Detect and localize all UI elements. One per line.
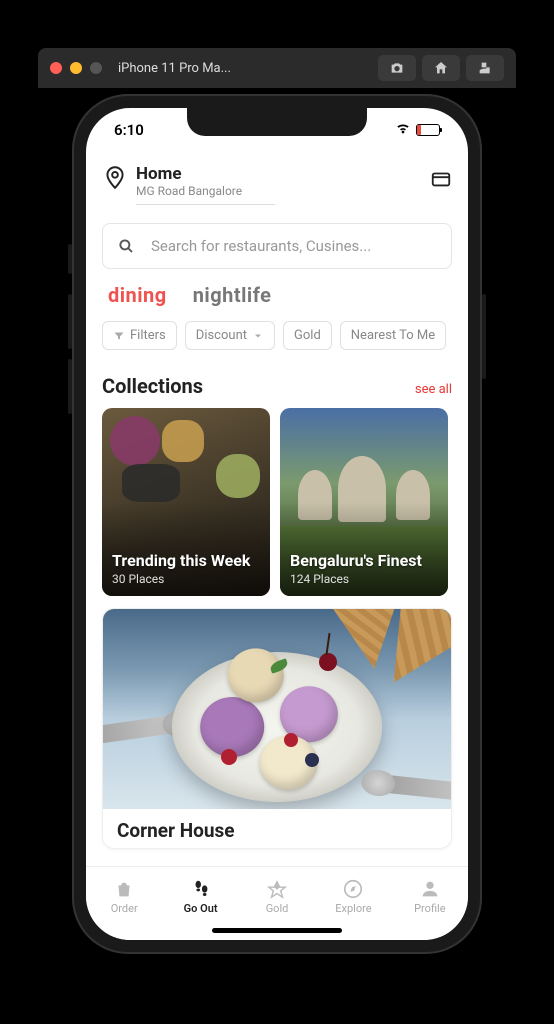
restaurant-card[interactable]: Corner House [102,608,452,849]
footsteps-icon [190,878,212,900]
nearest-chip[interactable]: Nearest To Me [340,321,446,350]
location-subtitle: MG Road Bangalore [136,184,275,198]
battery-icon [416,124,440,136]
rotate-button[interactable] [466,55,504,81]
simulator-title: iPhone 11 Pro Ma... [118,61,370,76]
search-placeholder: Search for restaurants, Cusines... [151,237,371,255]
bag-icon [113,878,135,900]
volume-down-button [68,359,72,414]
location-pin-icon [102,164,128,194]
power-button [482,294,486,379]
location-text[interactable]: Home MG Road Bangalore [136,164,275,205]
gold-icon [266,878,288,900]
discount-chip-label: Discount [196,328,247,343]
notch [187,108,367,136]
location-title: Home [136,164,275,184]
discount-chip[interactable]: Discount [185,321,275,350]
nav-goout[interactable]: Go Out [162,867,238,926]
nav-label: Profile [414,902,445,915]
gold-chip-label: Gold [294,328,321,343]
nav-label: Go Out [184,902,218,915]
nearest-chip-label: Nearest To Me [351,328,435,343]
nav-explore[interactable]: Explore [315,867,391,926]
wifi-icon [395,120,411,140]
phone-frame: 6:10 Home MG Road Bangalore [72,94,482,954]
nav-label: Order [111,902,138,915]
restaurant-image [103,609,451,809]
compass-icon [342,878,364,900]
mute-switch [68,244,72,274]
collection-title: Bengaluru's Finest [290,552,438,570]
see-all-link[interactable]: see all [415,382,452,397]
volume-up-button [68,294,72,349]
tab-dining[interactable]: dining [108,283,167,307]
filter-icon [113,330,125,342]
collection-card-finest[interactable]: Bengaluru's Finest 124 Places [280,408,448,596]
window-minimize-button[interactable] [70,62,82,74]
nav-label: Gold [266,902,289,915]
restaurant-title: Corner House [117,819,437,842]
payment-card-icon[interactable] [430,164,452,194]
chevron-down-icon [252,330,264,342]
category-tabs: dining nightlife [102,269,452,317]
nav-order[interactable]: Order [86,867,162,926]
collections-row[interactable]: Trending this Week 30 Places Bengaluru's… [102,408,452,596]
simulator-titlebar: iPhone 11 Pro Ma... [38,48,516,88]
nav-profile[interactable]: Profile [392,867,468,926]
collection-card-trending[interactable]: Trending this Week 30 Places [102,408,270,596]
filter-chips: Filters Discount Gold Nearest To Me [102,321,452,350]
collection-title: Trending this Week [112,552,260,570]
screenshot-button[interactable] [378,55,416,81]
gold-chip[interactable]: Gold [283,321,332,350]
collections-header: Collections see all [102,374,452,398]
screen: 6:10 Home MG Road Bangalore [86,108,468,940]
nav-label: Explore [335,902,371,915]
filters-chip[interactable]: Filters [102,321,177,350]
profile-icon [419,878,441,900]
location-row[interactable]: Home MG Road Bangalore [102,156,452,213]
tab-nightlife[interactable]: nightlife [193,283,272,307]
window-close-button[interactable] [50,62,62,74]
home-indicator[interactable] [212,928,342,933]
filters-chip-label: Filters [130,328,166,343]
collection-subtitle: 30 Places [112,572,260,586]
search-icon [117,237,135,255]
window-zoom-button[interactable] [90,62,102,74]
collection-subtitle: 124 Places [290,572,438,586]
status-time: 6:10 [114,121,144,139]
main-content[interactable]: Home MG Road Bangalore Search for restau… [86,152,468,866]
home-button[interactable] [422,55,460,81]
collections-title: Collections [102,374,203,398]
nav-gold[interactable]: Gold [239,867,315,926]
search-input[interactable]: Search for restaurants, Cusines... [102,223,452,269]
